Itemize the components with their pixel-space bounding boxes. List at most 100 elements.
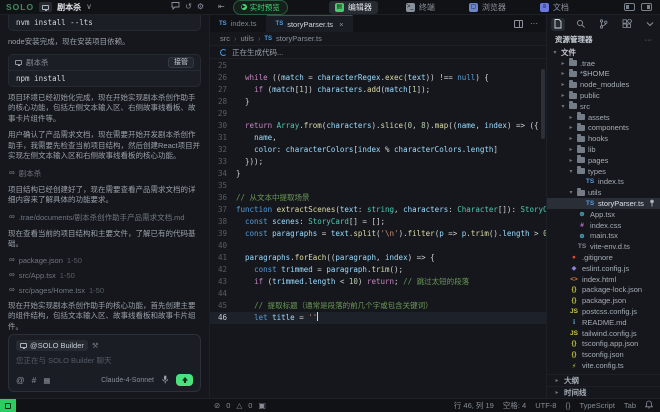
tree-item-README.md[interactable]: ℹREADME.md [547,317,660,328]
code-viewport[interactable]: 2526 while ((match = characterRegex.exec… [210,59,546,398]
send-button[interactable] [176,374,193,386]
tree-item-types[interactable]: ▾types [547,166,660,177]
chevron-down-icon[interactable]: ∨ [86,2,92,12]
breadcrumb-file[interactable]: storyParser.ts [276,34,322,43]
tree-item-storyParser.ts[interactable]: TSstoryParser.ts [547,198,660,209]
chat-input-box[interactable]: @SOLO Builder ⚒ 您正在与 SOLO Builder 聊天 @ #… [8,334,201,392]
history-icon[interactable]: ↺ [185,2,192,12]
tree-item-utils[interactable]: ▾utils [547,187,660,198]
file-reference[interactable]: ∞剧本杀 [9,168,200,179]
code-line[interactable]: 25 [210,60,546,72]
chevron-down-icon[interactable] [643,18,657,31]
code-line[interactable]: 36// 从文本中提取场景 [210,192,546,204]
status-item[interactable]: 行 46, 列 19 [454,400,494,411]
code-line[interactable]: 35 [210,180,546,192]
workspace-tab-浏览器[interactable]: ▢浏览器 [463,1,512,14]
tree-item-lib[interactable]: ▸lib [547,144,660,155]
file-reference[interactable]: ∞package.json1-50 [9,256,200,265]
more-actions-icon[interactable]: ··· [645,35,653,44]
tree-item-public[interactable]: ▸public [547,90,660,101]
panel-left-icon[interactable] [624,3,635,11]
code-line[interactable]: 31 name, [210,132,546,144]
tree-item-index.css[interactable]: #index.css [547,220,660,231]
mic-icon[interactable] [161,375,169,386]
close-icon[interactable]: × [339,20,343,29]
code-line[interactable]: 46 let title = '' [210,312,546,324]
extensions-icon[interactable] [620,18,634,31]
settings-gear-icon[interactable]: ⚙ [197,2,204,12]
tree-item-tsconfig.json[interactable]: {}tsconfig.json [547,349,660,360]
tree-item-App.tsx[interactable]: ⊛App.tsx [547,209,660,220]
status-item[interactable]: TypeScript [579,401,614,410]
code-line[interactable]: 38 const scenes: StoryCard[] = []; [210,216,546,228]
tree-item-assets[interactable]: ▸assets [547,112,660,123]
terminal-command[interactable]: npm install [9,71,200,86]
ports-icon[interactable]: ▣ [258,401,266,410]
file-reference[interactable]: ∞src/pages/Home.tsx1-50 [9,286,200,295]
code-line[interactable]: 43 if (trimmed.length < 10) return; // 跳… [210,276,546,288]
code-line[interactable]: 32 color: characterColors[index % charac… [210,144,546,156]
workspace-tab-编辑器[interactable]: ▤编辑器 [329,1,378,14]
remote-indicator[interactable] [0,399,16,412]
code-line[interactable]: 41 paragraphs.forEach((paragraph, index)… [210,252,546,264]
more-actions-icon[interactable]: ⋯ [530,19,538,28]
breadcrumb-src[interactable]: src [220,34,230,43]
code-line[interactable]: 27 if (match[1]) characters.add(match[1]… [210,84,546,96]
tree-item-index.html[interactable]: <>index.html [547,274,660,285]
workspace-tab-文档[interactable]: ≡文档 [534,1,575,14]
tree-item-vite-env.d.ts[interactable]: TSvite-env.d.ts [547,241,660,252]
image-attach-icon[interactable]: ▦ [43,376,50,385]
context-hash-icon[interactable]: # [32,375,37,385]
take-over-button[interactable]: 接管 [168,57,194,68]
editor-tab-storyParser.ts[interactable]: TSstoryParser.ts× [267,15,354,32]
code-line[interactable]: 40 [210,240,546,252]
tree-item-.gitignore[interactable]: ●.gitignore [547,252,660,263]
code-line[interactable]: 29 [210,108,546,120]
timeline-section[interactable]: ▸ 时间线 [547,386,660,398]
tree-item-index.ts[interactable]: TSindex.ts [547,177,660,188]
code-line[interactable]: 26 while ((match = characterRegex.exec(t… [210,72,546,84]
tree-item-node_modules[interactable]: ▸node_modules [547,79,660,90]
tree-item-tsconfig.app.json[interactable]: {}tsconfig.app.json [547,339,660,350]
status-item[interactable]: Tab [624,401,636,410]
status-item[interactable]: {} [565,401,570,410]
terminal-command[interactable]: nvm install --lts [9,15,200,30]
workspace-tab-终端[interactable]: >_终端 [400,1,441,14]
code-line[interactable]: 44 [210,288,546,300]
file-reference[interactable]: ∞src/App.tsx1-50 [9,271,200,280]
editor-scrollbar[interactable] [541,69,545,139]
tree-item-hooks[interactable]: ▸hooks [547,133,660,144]
tree-item-main.tsx[interactable]: ⊛main.tsx [547,231,660,242]
editor-tab-index.ts[interactable]: TSindex.ts [210,15,267,32]
tree-item-package-lock.json[interactable]: {}package-lock.json [547,285,660,296]
code-line[interactable]: 45 // 提取标题（通常是段落的前几个字或包含关键词） [210,300,546,312]
problems-summary[interactable]: ⊘ 0 △ 0 ▣ [214,401,266,410]
file-reference[interactable]: ∞.trae/documents/剧本杀创作助手产品需求文档.md [9,212,200,223]
breadcrumb-utils[interactable]: utils [241,34,254,43]
collapse-panel-icon[interactable]: ⇤ [210,2,225,12]
bell-icon[interactable] [645,400,653,411]
code-line[interactable]: 30 return Array.from(characters).slice(0… [210,120,546,132]
search-icon[interactable] [574,18,588,31]
split-editor-icon[interactable] [514,20,523,28]
outline-section[interactable]: ▸ 大纲 [547,374,660,386]
mention-icon[interactable]: @ [16,375,25,385]
tree-item-components[interactable]: ▸components [547,123,660,134]
new-chat-icon[interactable] [171,1,180,13]
tree-item-*$HOME[interactable]: ▸*$HOME [547,69,660,80]
code-line[interactable]: 37function extractScenes(text: string, c… [210,204,546,216]
workspace-name[interactable]: 剧本杀 [57,2,81,13]
code-line[interactable]: 34} [210,168,546,180]
status-item[interactable]: 空格: 4 [503,400,526,411]
code-line[interactable]: 33 })); [210,156,546,168]
tree-item-eslint.config.js[interactable]: ◆eslint.config.js [547,263,660,274]
panel-right-icon[interactable] [641,3,652,11]
code-line[interactable]: 42 const trimmed = paragraph.trim(); [210,264,546,276]
solo-mode-toggle[interactable] [39,2,52,12]
tree-item-pages[interactable]: ▸pages [547,155,660,166]
code-line[interactable]: 39 const paragraphs = text.split('\n').f… [210,228,546,240]
tree-item-.trae[interactable]: ▸.trae [547,58,660,69]
tree-item-postcss.config.js[interactable]: JSpostcss.config.js [547,306,660,317]
tree-item-tailwind.config.js[interactable]: JStailwind.config.js [547,328,660,339]
git-branch-icon[interactable] [597,18,611,31]
